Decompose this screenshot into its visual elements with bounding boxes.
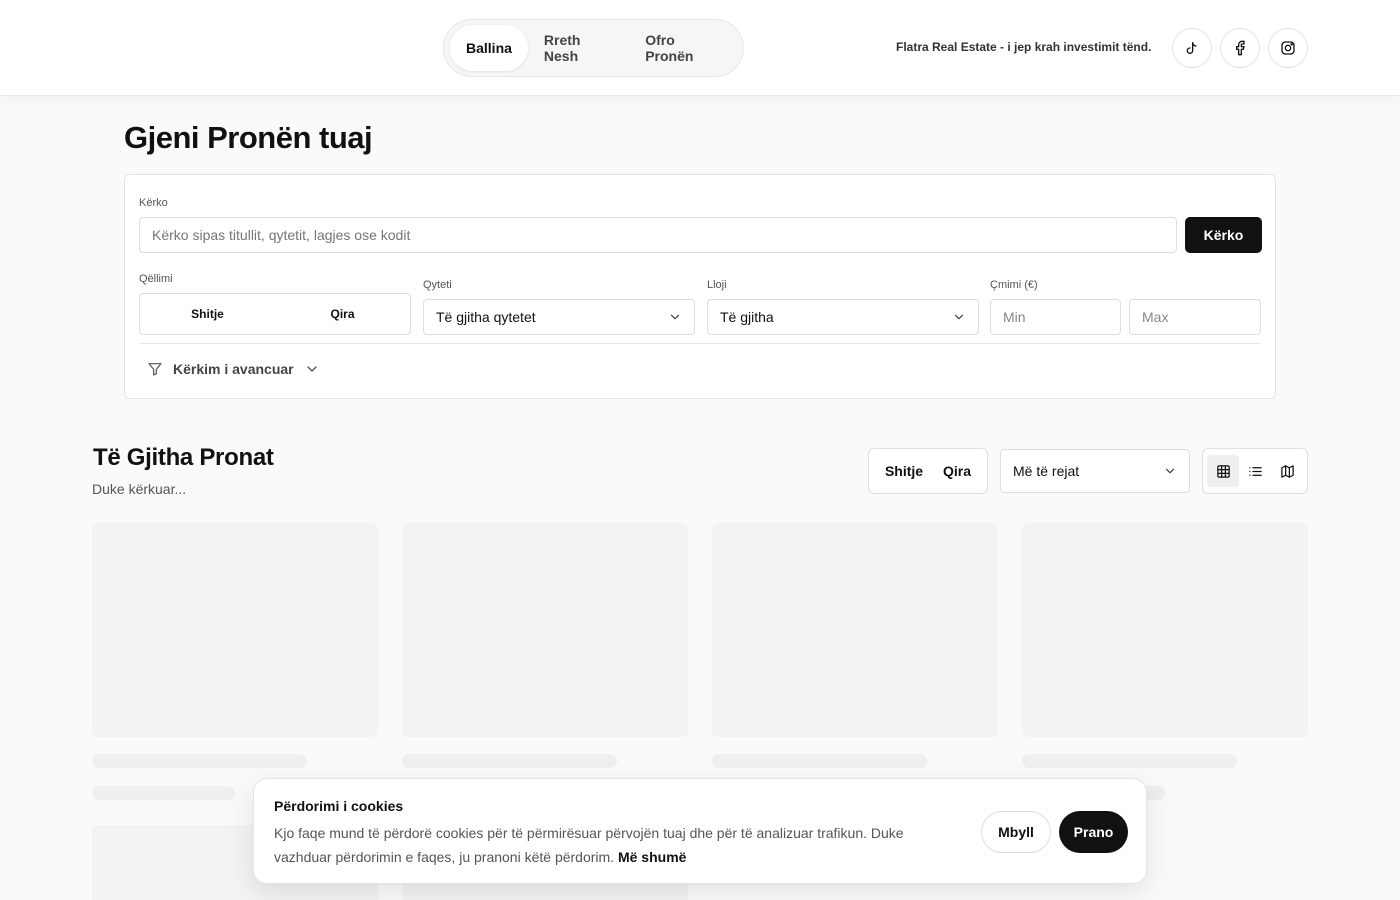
price-max-input[interactable] bbox=[1129, 299, 1261, 335]
tiktok-icon bbox=[1186, 42, 1197, 54]
list-icon bbox=[1248, 466, 1262, 476]
listing-type-toggle: Shitje Qira bbox=[868, 448, 988, 494]
sort-select-value: Më të rejat bbox=[1013, 463, 1080, 479]
chevron-down-icon bbox=[306, 366, 317, 372]
skeleton-card bbox=[402, 523, 688, 737]
grid-icon bbox=[1216, 464, 1230, 478]
cookie-accept-button[interactable]: Prano bbox=[1059, 811, 1128, 853]
city-select-value: Të gjitha qytetet bbox=[436, 309, 536, 325]
skeleton-card bbox=[712, 523, 998, 737]
search-button[interactable]: Kërko bbox=[1185, 217, 1262, 253]
type-label: Lloji bbox=[707, 279, 727, 291]
grid-view-button[interactable] bbox=[1207, 455, 1239, 487]
purpose-option-qira[interactable]: Qira bbox=[275, 294, 410, 334]
cookie-banner: Përdorimi i cookies Kjo faqe mund të për… bbox=[253, 778, 1147, 884]
skeleton-line bbox=[1022, 754, 1237, 768]
search-label: Kërko bbox=[139, 197, 168, 209]
type-select-value: Të gjitha bbox=[720, 309, 774, 325]
nav-item-rreth-nesh[interactable]: Rreth Nesh bbox=[528, 25, 629, 71]
skeleton-card bbox=[92, 523, 378, 737]
search-panel: Kërko Kërko Qëllimi Shitje Qira Qyteti T… bbox=[124, 174, 1276, 399]
purpose-label: Qëllimi bbox=[139, 273, 173, 285]
filter-icon bbox=[148, 363, 162, 376]
type-select[interactable]: Të gjitha bbox=[707, 299, 979, 335]
price-min-input[interactable] bbox=[990, 299, 1121, 335]
cookie-text: Kjo faqe mund të përdorë cookies për të … bbox=[274, 821, 934, 869]
loading-status: Duke kërkuar... bbox=[92, 481, 187, 497]
advanced-search-label: Kërkim i avancuar bbox=[173, 361, 294, 377]
nav-item-ofro-pronen[interactable]: Ofro Pronën bbox=[629, 25, 737, 71]
facebook-icon bbox=[1236, 40, 1245, 56]
facebook-link[interactable] bbox=[1220, 28, 1260, 68]
view-toggle bbox=[1202, 448, 1308, 494]
list-view-button[interactable] bbox=[1239, 455, 1271, 487]
skeleton-line bbox=[712, 754, 927, 768]
page-title: Gjeni Pronën tuaj bbox=[124, 120, 373, 155]
main-nav: Ballina Rreth Nesh Ofro Pronën bbox=[443, 19, 744, 77]
cookie-close-button[interactable]: Mbyll bbox=[981, 811, 1051, 853]
price-label: Çmimi (€) bbox=[990, 279, 1038, 291]
chevron-down-icon bbox=[954, 314, 964, 320]
listing-type-qira[interactable]: Qira bbox=[943, 463, 971, 479]
map-icon bbox=[1280, 464, 1294, 478]
skeleton-card bbox=[1022, 523, 1308, 737]
site-header: Ballina Rreth Nesh Ofro Pronën Flatra Re… bbox=[0, 0, 1400, 96]
instagram-icon bbox=[1281, 41, 1295, 55]
sort-select[interactable]: Më të rejat bbox=[1000, 449, 1190, 493]
nav-item-ballina[interactable]: Ballina bbox=[450, 25, 528, 71]
skeleton-line bbox=[92, 754, 307, 768]
cookie-message: Kjo faqe mund të përdorë cookies për të … bbox=[274, 825, 904, 865]
advanced-search-toggle[interactable]: Kërkim i avancuar bbox=[147, 359, 320, 379]
skeleton-line bbox=[402, 754, 617, 768]
instagram-link[interactable] bbox=[1268, 28, 1308, 68]
section-title: Të Gjitha Pronat bbox=[93, 444, 274, 471]
purpose-toggle: Shitje Qira bbox=[139, 293, 411, 335]
listing-type-shitje[interactable]: Shitje bbox=[885, 463, 923, 479]
purpose-option-shitje[interactable]: Shitje bbox=[140, 294, 275, 334]
map-view-button[interactable] bbox=[1271, 455, 1303, 487]
cookie-more-link[interactable]: Më shumë bbox=[618, 849, 686, 865]
divider bbox=[139, 343, 1261, 344]
city-label: Qyteti bbox=[423, 279, 452, 291]
cookie-title: Përdorimi i cookies bbox=[274, 798, 404, 814]
chevron-down-icon bbox=[1165, 468, 1175, 474]
skeleton-line bbox=[92, 786, 235, 800]
city-select[interactable]: Të gjitha qytetet bbox=[423, 299, 695, 335]
chevron-down-icon bbox=[670, 314, 680, 320]
tiktok-link[interactable] bbox=[1172, 28, 1212, 68]
tagline: Flatra Real Estate - i jep krah investim… bbox=[896, 40, 1152, 54]
search-input[interactable] bbox=[139, 217, 1177, 253]
